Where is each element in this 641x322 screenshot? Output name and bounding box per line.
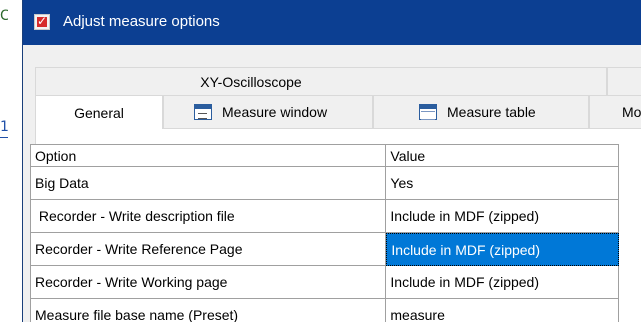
tab-row-upper-overflow [607,67,641,95]
value-cell[interactable]: Include in MDF (zipped) [386,266,619,299]
tab-xy-oscilloscope[interactable]: XY-Oscilloscope [35,67,607,95]
table-row[interactable]: Big Data Yes [31,167,619,200]
value-cell[interactable]: measure [386,299,619,322]
tab-label: General [74,104,124,121]
tab-label: Mo [622,104,641,120]
option-cell[interactable]: Measure file base name (Preset) [31,299,387,322]
column-header-option[interactable]: Option [31,145,387,167]
table-row[interactable]: Recorder - Write Working page Include in… [31,266,619,299]
tab-label: XY-Oscilloscope [200,73,302,90]
tab-measure-table[interactable]: Measure table [373,95,589,128]
tab-row-upper: XY-Oscilloscope [35,67,641,95]
app-checkbox-icon [34,14,50,30]
option-cell[interactable]: Recorder - Write description file [31,200,387,233]
background-window-strip: C 1 [0,0,22,322]
dialog-titlebar[interactable]: Adjust measure options [23,0,641,45]
option-cell[interactable]: Recorder - Write Reference Page [31,233,387,266]
table-row[interactable]: Recorder - Write Reference Page Include … [31,233,619,266]
table-row[interactable]: Recorder - Write description file Includ… [31,200,619,233]
value-cell[interactable]: Include in MDF (zipped) [386,200,619,233]
option-cell[interactable]: Recorder - Write Working page [31,266,387,299]
option-cell[interactable]: Big Data [31,167,387,200]
value-cell[interactable]: Yes [386,167,619,200]
tab-label: Measure window [222,104,328,120]
tab-more-truncated[interactable]: Mo [589,95,641,128]
tab-row-lower: General Measure window Measure table Mo [35,95,641,129]
background-glyph: C [0,8,8,24]
background-link-glyph: 1 [0,118,8,138]
value-cell-selected[interactable]: Include in MDF (zipped) [386,233,619,266]
measure-table-icon [419,104,437,120]
tab-label: Measure table [447,104,536,120]
options-grid: Option Value Big Data Yes Recorder - Wri… [30,144,619,322]
dialog-title: Adjust measure options [63,13,220,30]
tab-measure-window[interactable]: Measure window [163,95,373,128]
grid-header-row: Option Value [31,145,619,167]
column-header-value[interactable]: Value [386,145,619,167]
measure-window-icon [194,104,212,120]
tab-general[interactable]: General [35,95,163,129]
table-row[interactable]: Measure file base name (Preset) measure [31,299,619,322]
